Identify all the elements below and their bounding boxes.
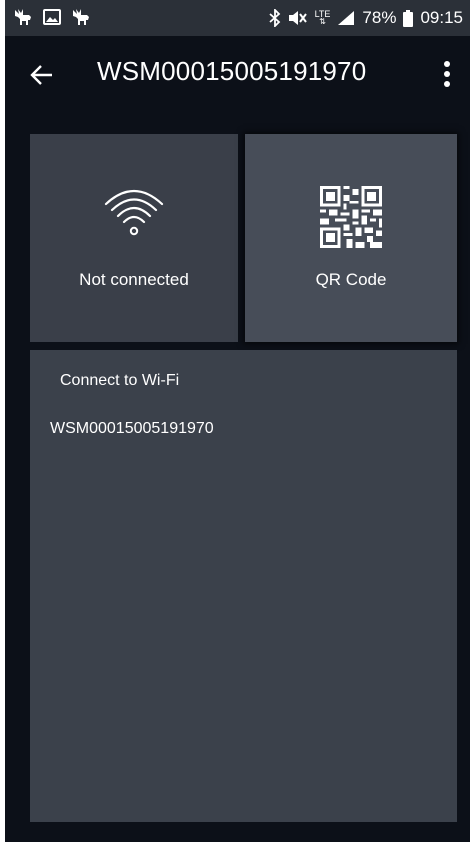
moose-notification-icon <box>13 8 33 26</box>
network-list-item[interactable]: WSM00015005191970 <box>50 420 214 438</box>
panel-heading: Connect to Wi-Fi <box>60 372 180 389</box>
signal-icon <box>337 10 355 26</box>
bluetooth-icon <box>268 9 281 27</box>
system-status: LTE ⇅ 78% 09:15 <box>268 8 463 28</box>
moose-notification-icon <box>71 8 91 26</box>
image-notification-icon <box>43 9 61 25</box>
overflow-menu-button[interactable] <box>432 54 462 94</box>
back-arrow-icon <box>30 65 52 85</box>
qr-code-label: QR Code <box>315 270 387 289</box>
wifi-icon <box>30 186 238 238</box>
battery-icon <box>403 9 414 27</box>
status-bar: LTE ⇅ 78% 09:15 <box>5 0 470 36</box>
back-button[interactable] <box>25 58 59 92</box>
app-bar: WSM00015005191970 <box>5 36 470 112</box>
notification-icons <box>13 8 91 26</box>
qr-code-icon <box>245 186 457 248</box>
connect-wifi-panel: Connect to Wi-Fi WSM00015005191970 <box>30 350 457 822</box>
wifi-status-label: Not connected <box>79 270 189 289</box>
clock: 09:15 <box>420 8 463 27</box>
qr-code-tile[interactable]: QR Code <box>245 134 457 342</box>
data-arrows-icon: ⇅ <box>319 17 326 26</box>
battery-percent: 78% <box>362 8 397 27</box>
wifi-status-tile[interactable]: Not connected <box>30 134 238 342</box>
page-title: WSM00015005191970 <box>97 56 367 86</box>
mute-icon <box>288 10 308 26</box>
lte-icon: LTE ⇅ <box>315 10 331 26</box>
phone-screen: LTE ⇅ 78% 09:15 WSM00015005191970 Not co… <box>5 0 470 842</box>
more-vert-icon <box>444 61 450 87</box>
